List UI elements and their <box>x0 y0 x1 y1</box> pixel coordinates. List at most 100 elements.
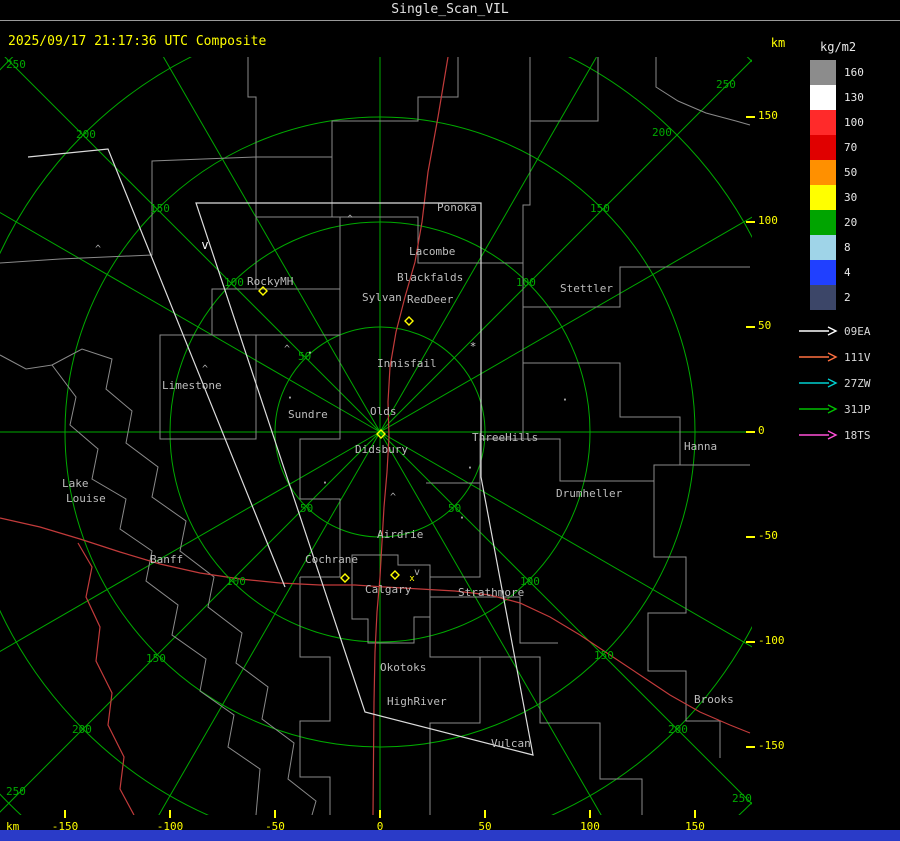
bottom-axis-tick <box>64 810 66 818</box>
right-axis-label: -100 <box>758 634 785 647</box>
right-axis-tick <box>746 116 755 118</box>
right-axis-label: -150 <box>758 739 785 752</box>
radar-site-marker <box>340 573 350 583</box>
bottom-axis-tick <box>484 810 486 818</box>
city-label: RockyMH <box>247 275 293 288</box>
city-label: Sundre <box>288 408 328 421</box>
city-label: Limestone <box>162 379 222 392</box>
city-label: Ponoka <box>437 201 477 214</box>
county-boundary <box>430 596 558 644</box>
range-label: 200 <box>668 723 688 736</box>
county-boundary <box>522 57 531 363</box>
radar-arrow-icon <box>799 352 838 362</box>
scale-color-swatch <box>810 235 836 260</box>
range-label: 250 <box>6 785 26 798</box>
map-marker: ^ <box>95 244 101 255</box>
county-boundary <box>255 157 333 218</box>
highway-line <box>0 517 751 734</box>
city-label: Blackfalds <box>397 271 463 284</box>
radar-legend-row: 111V <box>798 344 898 370</box>
scale-color-swatch <box>810 285 836 310</box>
scale-row: 160 <box>798 60 898 85</box>
scale-color-swatch <box>810 210 836 235</box>
radar-id-label: 18TS <box>844 428 871 442</box>
radar-map-canvas[interactable]: 2502001501005025020015010050100150200250… <box>0 57 752 815</box>
scale-color-swatch <box>810 85 836 110</box>
azimuth-line <box>379 431 752 648</box>
radar-arrow-icon <box>799 378 838 388</box>
bottom-axis-tick <box>274 810 276 818</box>
range-label: 150 <box>590 202 610 215</box>
scale-value-label: 30 <box>844 191 858 204</box>
right-axis-label: 150 <box>758 109 778 122</box>
scale-value-label: 8 <box>844 241 851 254</box>
status-bar <box>0 830 900 841</box>
map-marker: · <box>321 476 328 490</box>
radar-legend-row: 27ZW <box>798 370 898 396</box>
right-axis-label: 100 <box>758 214 778 227</box>
right-axis-tick <box>746 221 755 223</box>
county-boundary <box>523 266 750 308</box>
bottom-axis-tick <box>589 810 591 818</box>
city-label: Hanna <box>684 440 717 453</box>
range-label: 50 <box>300 502 313 515</box>
bottom-axis-tick <box>379 810 381 818</box>
county-boundary <box>247 57 459 158</box>
scale-value-label: 2 <box>844 291 851 304</box>
scale-row: 8 <box>798 235 898 260</box>
radar-arrow-icon <box>799 326 838 336</box>
scale-color-swatch <box>810 160 836 185</box>
azimuth-line <box>0 431 381 652</box>
scale-row: 130 <box>798 85 898 110</box>
radar-id-label: 27ZW <box>844 376 871 390</box>
scale-value-label: 20 <box>844 216 858 229</box>
city-label: Banff <box>150 553 183 566</box>
county-boundary <box>426 438 523 484</box>
range-label: 200 <box>76 128 96 141</box>
city-label: Louise <box>66 492 106 505</box>
city-label: Olds <box>370 405 397 418</box>
scan-timestamp: 2025/09/17 21:17:36 UTC Composite <box>8 34 267 49</box>
city-label: Lake <box>62 477 89 490</box>
bottom-axis-tick <box>694 810 696 818</box>
map-marker: v <box>414 567 420 578</box>
city-label: RedDeer <box>407 293 454 306</box>
range-label: 200 <box>652 126 672 139</box>
city-label: Okotoks <box>380 661 426 674</box>
city-label: Brooks <box>694 693 734 706</box>
city-label: Calgary <box>365 583 412 596</box>
range-label: 250 <box>6 58 26 71</box>
radar-legend-row: 09EA <box>798 318 898 344</box>
legend-panel: kg/m2 160 130 100 70 50 30 20 8 4 2 09EA 111V 27ZW 3… <box>798 40 898 448</box>
right-axis-tick <box>746 641 755 643</box>
scale-color-swatch <box>810 60 836 85</box>
city-label: Stettler <box>560 282 613 295</box>
azimuth-line <box>4 57 381 433</box>
right-axis: 150 100 50 0 -50 -100 -150 <box>744 0 804 841</box>
scale-value-label: 50 <box>844 166 858 179</box>
right-axis-tick <box>746 536 755 538</box>
legend-unit-label: kg/m2 <box>820 40 857 54</box>
county-boundary <box>655 57 751 126</box>
map-marker: · <box>306 346 313 360</box>
scale-color-swatch <box>810 110 836 135</box>
scale-color-swatch <box>810 185 836 210</box>
scale-color-swatch <box>810 135 836 160</box>
scale-value-label: 130 <box>844 91 864 104</box>
radar-site-marker <box>258 286 268 296</box>
radar-arrow-icon <box>799 430 838 440</box>
range-label: 200 <box>72 723 92 736</box>
map-marker: · <box>561 393 568 407</box>
azimuth-line <box>158 431 381 815</box>
map-marker: ^ <box>202 364 208 375</box>
scale-row: 50 <box>798 160 898 185</box>
range-label: 150 <box>150 202 170 215</box>
bottom-axis-tick <box>169 810 171 818</box>
radar-site-marker <box>390 570 400 580</box>
city-label: Lacombe <box>409 245 455 258</box>
map-marker: v <box>201 238 208 252</box>
right-axis-label: -50 <box>758 529 778 542</box>
scale-value-label: 70 <box>844 141 858 154</box>
scale-value-label: 160 <box>844 66 864 79</box>
right-axis-label: 0 <box>758 424 765 437</box>
